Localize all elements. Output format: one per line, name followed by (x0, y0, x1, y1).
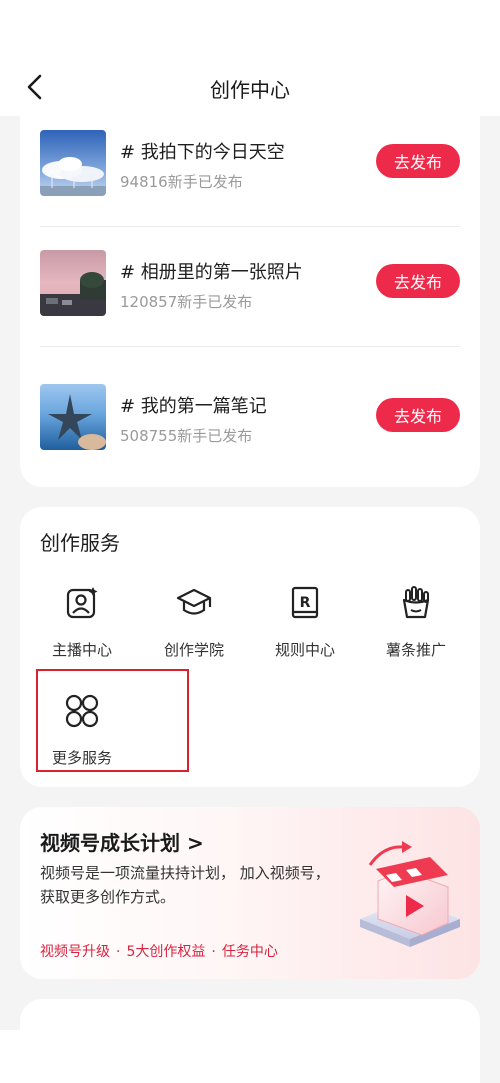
page-title: 创作中心 (210, 78, 290, 102)
top-bar: 创作中心 (0, 0, 500, 116)
bottom-card (20, 999, 480, 1083)
svg-text:R: R (300, 595, 311, 611)
video-growth-plan-card[interactable]: 视频号成长计划 > 视频号是一项流量扶持计划， 加入视频号，获取更多创作方式。 … (20, 807, 480, 979)
publish-button[interactable]: 去发布 (376, 144, 460, 178)
topic-title: # 我拍下的今日天空 (120, 142, 285, 163)
topic-thumbnail-sky (40, 130, 106, 196)
service-label: 创作学院 (163, 641, 224, 659)
topic-count: 508755新手已发布 (120, 427, 253, 445)
highlight-box (36, 669, 189, 772)
rule-book-icon: R (291, 586, 319, 619)
divider (40, 346, 460, 347)
graduation-cap-icon (176, 588, 212, 615)
topic-row[interactable]: # 我的第一篇笔记 508755新手已发布 去发布 (40, 384, 460, 450)
service-rule-center[interactable]: R 规则中心 (255, 585, 355, 665)
service-label: 主播中心 (51, 641, 112, 659)
separator-dot: · (116, 944, 121, 960)
separator-dot: · (211, 944, 216, 960)
topic-row[interactable]: # 我拍下的今日天空 94816新手已发布 去发布 (40, 130, 460, 196)
growth-description: 视频号是一项流量扶持计划， 加入视频号，获取更多创作方式。 (40, 864, 330, 906)
publish-button[interactable]: 去发布 (376, 264, 460, 298)
fries-icon (402, 586, 430, 619)
topic-title: # 相册里的第一张照片 (120, 262, 303, 283)
divider (40, 226, 460, 227)
publish-button[interactable]: 去发布 (376, 398, 460, 432)
topic-thumbnail-pink-sky (40, 250, 106, 316)
service-fries-promotion[interactable]: 薯条推广 (366, 585, 466, 665)
service-creator-academy[interactable]: 创作学院 (144, 585, 244, 665)
topic-count: 94816新手已发布 (120, 173, 243, 191)
link-upgrade[interactable]: 视频号升级 (40, 944, 110, 960)
link-task-center[interactable]: 任务中心 (222, 944, 278, 960)
section-title: 创作服务 (40, 531, 120, 555)
creation-services-card: 创作服务 主播中心 创作学院 R 规则中心 薯条推广 更多服务 (20, 507, 480, 787)
growth-title[interactable]: 视频号成长计划 > (40, 827, 204, 856)
topic-thumbnail-starfish (40, 384, 106, 450)
topics-card: # 我拍下的今日天空 94816新手已发布 去发布 # 相册里的第一张照片 12… (20, 100, 480, 487)
anchor-portrait-icon (66, 587, 98, 619)
link-benefits[interactable]: 5大创作权益 (126, 944, 205, 960)
video-clapper-illustration-icon (360, 841, 460, 947)
service-anchor-center[interactable]: 主播中心 (32, 585, 132, 665)
topic-title: # 我的第一篇笔记 (120, 396, 267, 417)
topic-row[interactable]: # 相册里的第一张照片 120857新手已发布 去发布 (40, 250, 460, 316)
growth-links: 视频号升级 · 5大创作权益 · 任务中心 (40, 941, 278, 961)
bottom-edge (0, 1030, 30, 1083)
service-label: 规则中心 (274, 641, 335, 659)
topic-count: 120857新手已发布 (120, 293, 253, 311)
service-label: 薯条推广 (385, 641, 446, 659)
